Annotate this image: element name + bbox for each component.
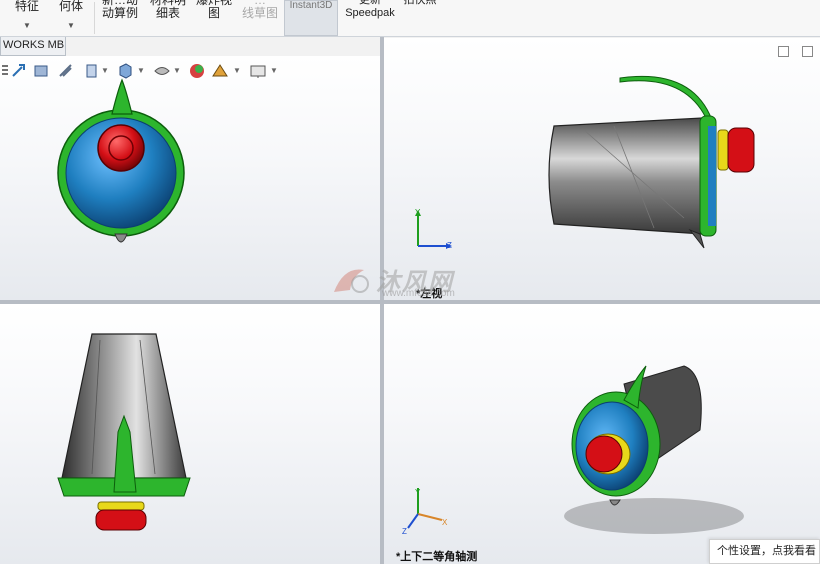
motion-study-button[interactable]: 新…动 动算例: [98, 0, 142, 30]
viewport-top-left[interactable]: [0, 56, 380, 300]
exploded-view-button[interactable]: 爆炸视 图: [192, 0, 236, 30]
chevron-down-icon: ▼: [23, 21, 31, 30]
chevron-down-icon[interactable]: ▼: [270, 66, 278, 75]
personalize-tooltip[interactable]: 个性设置，点我看看: [709, 539, 820, 564]
top-view-model: [57, 333, 191, 531]
view-name-label: *上下二等角轴测: [396, 551, 478, 563]
bom-button[interactable]: 材料明 细表: [146, 0, 190, 30]
section-view-icon[interactable]: [57, 62, 75, 80]
explode-line-sketch-button[interactable]: … 线草图: [238, 0, 282, 30]
tab-solidworks-mbd[interactable]: WORKS MBD: [0, 37, 66, 56]
take-snapshot-button[interactable]: 拍快照: [398, 0, 442, 30]
previous-view-icon[interactable]: [33, 62, 51, 80]
viewport-bottom-left[interactable]: [0, 304, 380, 564]
front-view-model: [57, 78, 185, 243]
chevron-down-icon[interactable]: ▼: [173, 66, 181, 75]
display-style-icon[interactable]: [153, 62, 171, 80]
chevron-down-icon: ▼: [67, 21, 75, 30]
feature-button[interactable]: 特征 ▼: [8, 0, 46, 36]
chevron-down-icon[interactable]: ▼: [137, 66, 145, 75]
chevron-down-icon[interactable]: ▼: [233, 66, 241, 75]
zoom-area-icon[interactable]: [10, 62, 28, 80]
left-view-label: *左视: [416, 288, 443, 300]
solidworks-window: 特征 ▼ 何体 ▼ 新…动 动算例 材料明 细表 爆炸视 图 … 线草图 Ins…: [0, 0, 820, 564]
scene-icon[interactable]: [211, 62, 229, 80]
viewport-bottom-right[interactable]: Y X Z *上下二等角轴测: [384, 304, 820, 564]
triad-y-label: Y: [415, 208, 421, 217]
appearance-icon[interactable]: [188, 62, 206, 80]
viewport-vertical-splitter[interactable]: [380, 37, 384, 564]
viewport-maximize-button[interactable]: [802, 46, 813, 57]
left-view-model: [548, 75, 755, 249]
triad-z-label: Z: [447, 241, 452, 250]
view-settings-icon[interactable]: [249, 62, 267, 80]
viewport-restore-button[interactable]: [778, 46, 789, 57]
triad-z-label: Z: [402, 527, 407, 536]
viewport-horizontal-splitter[interactable]: [0, 300, 820, 304]
update-speedpak-button[interactable]: 更新 Speedpak: [344, 0, 396, 30]
triad-y-label: Y: [415, 488, 421, 497]
geometry-button[interactable]: 何体 ▼: [52, 0, 90, 36]
dynamic-annotation-icon[interactable]: [82, 62, 100, 80]
ribbon-toolbar: 特征 ▼ 何体 ▼ 新…动 动算例 材料明 细表 爆炸视 图 … 线草图 Ins…: [0, 0, 820, 37]
view-orientation-icon[interactable]: [116, 62, 134, 80]
instant3d-button[interactable]: Instant3D: [284, 0, 338, 36]
chevron-down-icon[interactable]: ▼: [101, 66, 109, 75]
triad-x-label: X: [442, 518, 448, 527]
orientation-triad-iso: [407, 488, 443, 529]
viewport-top-right[interactable]: Y Z: [384, 38, 820, 300]
separator: [94, 2, 95, 34]
